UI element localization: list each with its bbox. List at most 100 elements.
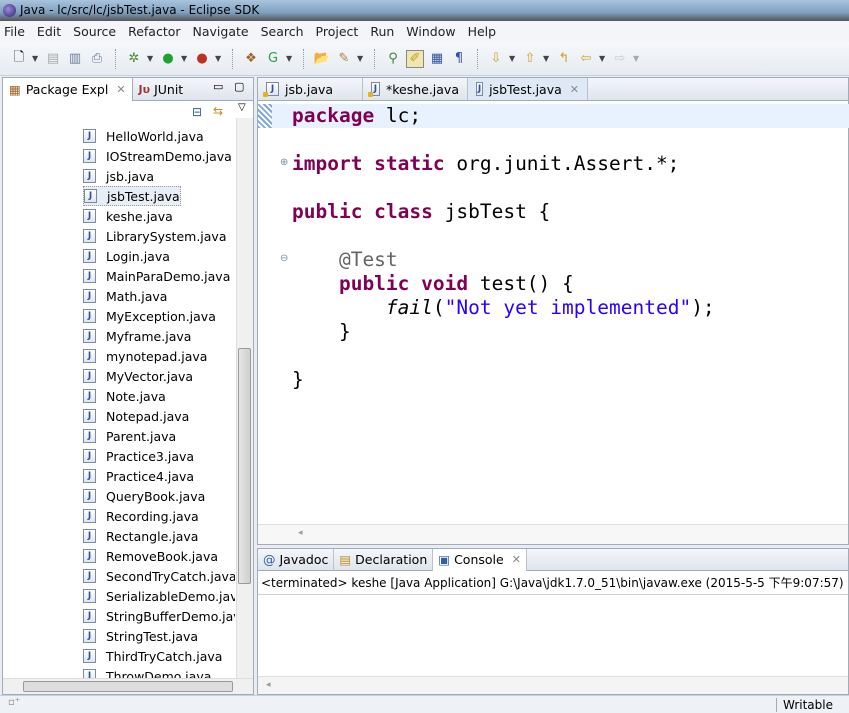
file-tree-item[interactable]: J HelloWorld.java	[83, 126, 204, 146]
debug-dropdown[interactable]: ▼	[147, 54, 155, 63]
file-tree-item[interactable]: J SerializableDemo.java	[83, 586, 235, 606]
menu-navigate[interactable]: Navigate	[193, 24, 249, 39]
file-tree-item[interactable]: J Practice4.java	[83, 466, 194, 486]
fast-view-icon[interactable]: ▫⁺	[8, 697, 20, 708]
file-tree-item[interactable]: J ThirdTryCatch.java	[83, 646, 222, 666]
file-tree-item[interactable]: J Rectangle.java	[83, 526, 198, 546]
minimize-icon[interactable]: ▭	[213, 80, 223, 93]
file-tree-item[interactable]: J IOStreamDemo.java	[83, 146, 232, 166]
menu-bar: File Edit Source Refactor Navigate Searc…	[0, 21, 849, 42]
java-file-icon: J	[368, 82, 380, 97]
file-tree-item[interactable]: J Note.java	[83, 386, 166, 406]
maximize-icon[interactable]: ▢	[234, 80, 244, 93]
file-tree: J HelloWorld.java J IOStreamDemo.java Jjsb.j…	[3, 101, 235, 681]
editor-horizontal-scrollbar[interactable]: ◂	[258, 524, 848, 544]
back-icon[interactable]: ⇦	[577, 50, 595, 68]
file-tree-item[interactable]: J Notepad.java	[83, 406, 189, 426]
file-name: Rectangle.java	[106, 528, 199, 544]
file-tree-item[interactable]: J MainParaDemo.java	[83, 266, 230, 286]
mark-occurrences-icon[interactable]: ✐	[406, 49, 424, 68]
back-dropdown[interactable]: ▼	[599, 54, 607, 63]
file-tree-item[interactable]: Jjsb.java	[83, 166, 154, 186]
debug-icon[interactable]: ✲	[125, 50, 143, 68]
file-tree-item[interactable]: J LibrarySystem.java	[83, 226, 226, 246]
previous-annotation-icon[interactable]: ⇧	[521, 50, 539, 68]
run-dropdown[interactable]: ▼	[181, 54, 189, 63]
external-tools-icon[interactable]: ●	[193, 50, 211, 68]
file-tree-item[interactable]: Jkeshe.java	[83, 206, 173, 226]
close-icon[interactable]: ✕	[116, 83, 125, 96]
code-text[interactable]: package lc; import static org.junit.Asse…	[292, 104, 715, 392]
close-icon[interactable]: ✕	[512, 553, 521, 566]
menu-window[interactable]: Window	[406, 24, 455, 39]
menu-refactor[interactable]: Refactor	[128, 24, 180, 39]
horizontal-scrollbar[interactable]	[3, 678, 253, 694]
file-tree-item[interactable]: J StringTest.java	[83, 626, 198, 646]
file-tree-item[interactable]: J Math.java	[83, 286, 167, 306]
save-icon[interactable]: ▤	[44, 50, 62, 68]
java-file-icon: J	[83, 229, 96, 243]
print-icon[interactable]: ⎙	[88, 50, 106, 68]
expand-fold-icon[interactable]: ⊕	[280, 157, 288, 168]
show-whitespace-icon[interactable]: ¶	[450, 50, 468, 68]
scrollbar-thumb[interactable]	[238, 348, 251, 584]
tab-junit[interactable]: Jυ JUnit	[133, 78, 190, 101]
file-tree-item[interactable]: J Login.java	[83, 246, 170, 266]
menu-project[interactable]: Project	[316, 24, 359, 39]
next-annotation-dropdown[interactable]: ▼	[509, 54, 517, 63]
new-icon[interactable]: 🗋	[10, 50, 28, 68]
collapse-fold-icon[interactable]: ⊖	[280, 253, 288, 264]
menu-file[interactable]: File	[4, 24, 25, 39]
previous-annotation-dropdown[interactable]: ▼	[543, 54, 551, 63]
javadoc-icon: @	[263, 552, 276, 567]
menu-search[interactable]: Search	[261, 24, 304, 39]
new-package-icon[interactable]: ❖	[242, 50, 260, 68]
tab-package-explorer[interactable]: ▦ Package Expl ✕	[3, 77, 133, 101]
tab-jsb-java[interactable]: Jjsb.java	[258, 78, 363, 100]
file-tree-item[interactable]: J MyVector.java	[83, 366, 193, 386]
file-tree-item[interactable]: J StringBufferDemo.java	[83, 606, 235, 626]
search-dropdown[interactable]: ▼	[357, 54, 365, 63]
file-tree-item[interactable]: Jmynotepad.java	[83, 346, 207, 366]
file-tree-item[interactable]: J SecondTryCatch.java	[83, 566, 235, 586]
tab-declaration[interactable]: ▤ Declaration	[334, 548, 434, 571]
file-tree-item[interactable]: J Parent.java	[83, 426, 176, 446]
external-tools-dropdown[interactable]: ▼	[215, 54, 223, 63]
forward-dropdown[interactable]: ▼	[633, 54, 641, 63]
close-icon[interactable]: ✕	[570, 83, 579, 96]
tab-label: Console	[454, 552, 504, 567]
file-tree-item[interactable]: J Myframe.java	[83, 326, 191, 346]
file-tree-item[interactable]: J Recording.java	[83, 506, 199, 526]
tab-keshe-java[interactable]: J *keshe.java	[363, 78, 468, 100]
menu-source[interactable]: Source	[73, 24, 116, 39]
toggle-breadcrumb-icon[interactable]: ⚲	[384, 50, 402, 68]
tab-jsbtest-java[interactable]: JjsbTest.java ✕	[468, 78, 588, 100]
tab-javadoc[interactable]: @ Javadoc	[258, 548, 335, 571]
open-type-icon[interactable]: 📂	[313, 50, 331, 68]
search-icon[interactable]: ✎	[335, 50, 353, 68]
run-icon[interactable]: ●	[159, 50, 177, 68]
forward-icon[interactable]: ⇨	[611, 50, 629, 68]
new-class-icon[interactable]: G	[264, 50, 282, 68]
file-name: QueryBook.java	[106, 488, 206, 504]
block-selection-icon[interactable]: ▦	[428, 50, 446, 68]
file-tree-item[interactable]: J RemoveBook.java	[83, 546, 218, 566]
file-name: StringBufferDemo.java	[106, 608, 235, 624]
file-tree-item[interactable]: JjsbTest.java	[83, 186, 181, 206]
new-class-dropdown[interactable]: ▼	[286, 54, 294, 63]
status-writable: Writable	[776, 698, 833, 712]
java-file-icon: J	[83, 289, 96, 303]
next-annotation-icon[interactable]: ⇩	[487, 50, 505, 68]
tab-console[interactable]: ▣ Console ✕	[433, 548, 527, 571]
view-menu-icon[interactable]: ▽	[238, 102, 246, 113]
file-tree-item[interactable]: J Practice3.java	[83, 446, 194, 466]
menu-run[interactable]: Run	[370, 24, 394, 39]
menu-help[interactable]: Help	[468, 24, 497, 39]
save-all-icon[interactable]: ▥	[66, 50, 84, 68]
file-tree-item[interactable]: J MyException.java	[83, 306, 216, 326]
new-dropdown[interactable]: ▼	[32, 54, 40, 63]
file-tree-item[interactable]: J QueryBook.java	[83, 486, 205, 506]
last-edit-location-icon[interactable]: ↰	[555, 50, 573, 68]
menu-edit[interactable]: Edit	[37, 24, 61, 39]
console-horizontal-scrollbar[interactable]: ◂	[258, 676, 848, 694]
